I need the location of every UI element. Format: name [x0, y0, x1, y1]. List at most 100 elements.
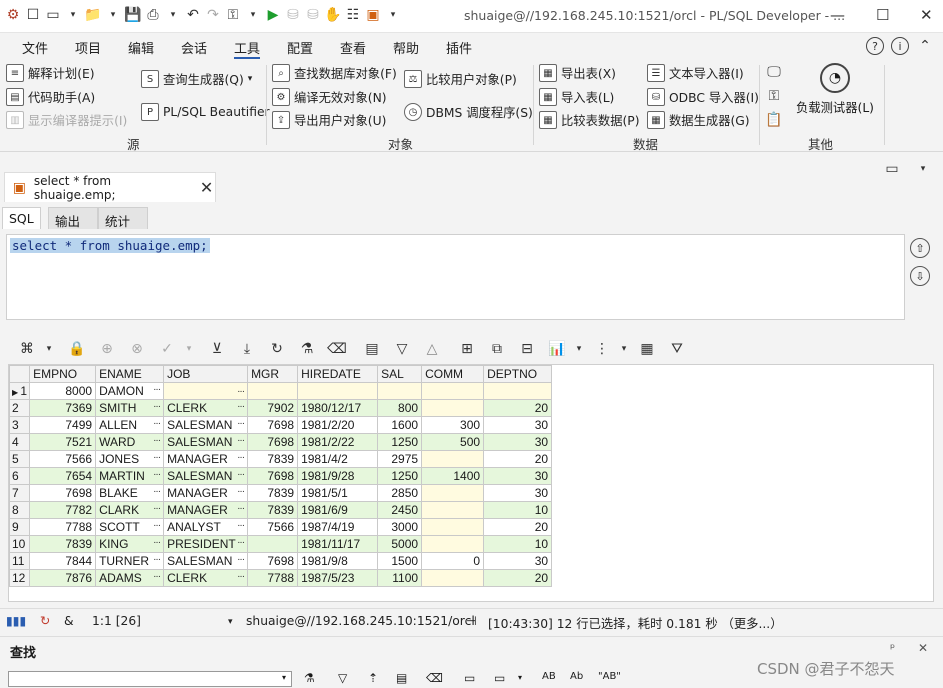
table-cell[interactable]	[421, 535, 485, 553]
table-row[interactable]: 12 7876 ··· ADAMS ··· CLERK 7788 1987/5/23 1100 2…	[8, 569, 553, 587]
dropdown-arrow-icon[interactable]: ▾	[518, 673, 522, 682]
new-window-icon[interactable]: ▭	[44, 6, 62, 24]
cell-editor-button[interactable]: ···	[153, 571, 161, 582]
table-row[interactable]: 7 7698 ··· BLAKE ··· MANAGER 7839 1981/5/1 2850 3…	[8, 484, 553, 502]
table-cell[interactable]: 20	[483, 569, 553, 587]
grid-icon[interactable]: ▦	[636, 338, 658, 360]
table-cell[interactable]: 7698	[247, 416, 299, 434]
last-page-icon[interactable]: ⤓	[236, 338, 258, 360]
explain-plan-button[interactable]: ≡ 解释计划(E)	[6, 64, 95, 82]
table-cell[interactable]	[377, 382, 423, 400]
table-cell[interactable]: ··· SMITH	[95, 399, 165, 417]
table-cell[interactable]: 7654	[29, 467, 97, 485]
load-tester-button[interactable]: ◔ 负载测试器(L)	[793, 63, 877, 116]
export-table-button[interactable]: ▦ 导出表(X)	[539, 64, 616, 82]
table-cell[interactable]: 1980/12/17	[297, 399, 379, 417]
table-cell[interactable]: 1981/4/2	[297, 450, 379, 468]
print-icon[interactable]: ⎙	[144, 6, 162, 24]
table-cell[interactable]: ··· TURNER	[95, 552, 165, 570]
fetch-down-icon[interactable]: ▽	[391, 338, 413, 360]
dropdown-arrow-icon[interactable]: ▾	[228, 617, 233, 627]
cell-editor-button[interactable]: ···	[153, 486, 161, 497]
table-cell[interactable]: 5000	[377, 535, 423, 553]
table-cell[interactable]: 2850	[377, 484, 423, 502]
eraser-icon[interactable]: ⌫	[426, 671, 443, 685]
select-columns-icon[interactable]: ⌘	[16, 338, 38, 360]
column-header[interactable]: SAL	[377, 365, 423, 383]
find-input[interactable]	[8, 671, 292, 687]
help-icon[interactable]: ?	[866, 37, 884, 55]
next-page-icon[interactable]: ⊻	[206, 338, 228, 360]
ribbon-collapse-icon[interactable]: ⌃	[916, 37, 934, 55]
tab-sql-window[interactable]: ▣ select * from shuaige.emp; ✕	[4, 172, 216, 202]
dropdown-arrow-icon[interactable]: ▾	[244, 6, 262, 24]
table-cell[interactable]: ··· MARTIN	[95, 467, 165, 485]
row-number[interactable]: 5	[8, 450, 31, 468]
table-cell[interactable]	[421, 399, 485, 417]
table-cell[interactable]: ··· PRESIDENT	[163, 535, 249, 553]
regex-icon[interactable]: "AB"	[598, 671, 621, 682]
cell-editor-button[interactable]: ···	[237, 386, 245, 397]
table-cell[interactable]: 7369	[29, 399, 97, 417]
table-cell[interactable]: ··· WARD	[95, 433, 165, 451]
table-cell[interactable]	[421, 484, 485, 502]
menu-tools[interactable]: 工具	[234, 38, 261, 59]
next-arrow-icon[interactable]: ⇩	[910, 266, 930, 286]
table-cell[interactable]: 1250	[377, 467, 423, 485]
output-icon[interactable]: ▮▮▮	[6, 614, 26, 628]
export-results-icon[interactable]: ▤	[361, 338, 383, 360]
column-header[interactable]: COMM	[421, 365, 485, 383]
close-tab-icon[interactable]: ✕	[198, 178, 215, 197]
table-row[interactable]: 9 7788 ··· SCOTT ··· ANALYST 7566 1987/4/19 3000…	[8, 518, 553, 536]
table-cell[interactable]: 7839	[247, 450, 299, 468]
cell-editor-button[interactable]: ···	[237, 486, 245, 497]
column-header[interactable]: HIREDATE	[297, 365, 379, 383]
cell-editor-button[interactable]: ···	[237, 520, 245, 531]
dropdown-arrow-icon[interactable]: ▾	[38, 338, 60, 360]
menu-session[interactable]: 会话	[181, 38, 207, 57]
table-cell[interactable]: ··· DAMON	[95, 382, 165, 400]
cell-editor-button[interactable]: ···	[153, 537, 161, 548]
maximize-button[interactable]: ☐	[876, 6, 889, 24]
table-cell[interactable]: 1250	[377, 433, 423, 451]
table-cell[interactable]: 7782	[29, 501, 97, 519]
cell-editor-button[interactable]: ···	[237, 571, 245, 582]
copy-icon[interactable]: ⧉	[486, 338, 508, 360]
find-db-objects-button[interactable]: ⌕ 查找数据库对象(F)	[272, 64, 397, 82]
table-cell[interactable]: 2975	[377, 450, 423, 468]
table-row[interactable]: 3 7499 ··· ALLEN ··· SALESMAN 7698 1981/2/20 160…	[8, 416, 553, 434]
data-generator-button[interactable]: ▦ 数据生成器(G)	[647, 111, 750, 129]
dropdown-arrow-icon[interactable]: ▾	[613, 338, 635, 360]
highlight-icon[interactable]: ▤	[396, 671, 407, 685]
graph-icon[interactable]: ⊟	[516, 338, 538, 360]
table-cell[interactable]: 7698	[247, 433, 299, 451]
match-case-icon[interactable]: AB	[542, 671, 556, 682]
table-cell[interactable]: ··· ANALYST	[163, 518, 249, 536]
table-cell[interactable]: 8000	[29, 382, 97, 400]
code-assistant-button[interactable]: ▤ 代码助手(A)	[6, 88, 95, 106]
settings-sliders-icon[interactable]: ☷	[344, 6, 362, 24]
sql-editor[interactable]: select * from shuaige.emp;	[6, 234, 905, 320]
table-cell[interactable]: ··· SALESMAN	[163, 467, 249, 485]
menu-view[interactable]: 查看	[340, 38, 366, 57]
table-cell[interactable]: ··· ALLEN	[95, 416, 165, 434]
redo-icon[interactable]: ↷	[204, 6, 222, 24]
info-icon[interactable]: i	[891, 37, 909, 55]
cell-editor-button[interactable]: ···	[237, 401, 245, 412]
cell-editor-button[interactable]: ···	[237, 469, 245, 480]
table-cell[interactable]: 30	[483, 552, 553, 570]
tree-icon[interactable]: ⋮	[591, 338, 613, 360]
table-cell[interactable]: ··· ADAMS	[95, 569, 165, 587]
table-cell[interactable]: 3000	[377, 518, 423, 536]
table-cell[interactable]: 7521	[29, 433, 97, 451]
previous-arrow-icon[interactable]: ⇧	[910, 238, 930, 258]
cell-editor-button[interactable]: ···	[237, 435, 245, 446]
table-cell[interactable]: ···	[163, 382, 249, 400]
table-cell[interactable]: 800	[377, 399, 423, 417]
table-cell[interactable]: 1981/2/22	[297, 433, 379, 451]
table-cell[interactable]	[297, 382, 379, 400]
table-cell[interactable]: 1400	[421, 467, 485, 485]
table-cell[interactable]: ··· KING	[95, 535, 165, 553]
row-number[interactable]: ▶ 1	[8, 382, 31, 400]
monitor-search-icon[interactable]: 🖵	[765, 63, 783, 81]
